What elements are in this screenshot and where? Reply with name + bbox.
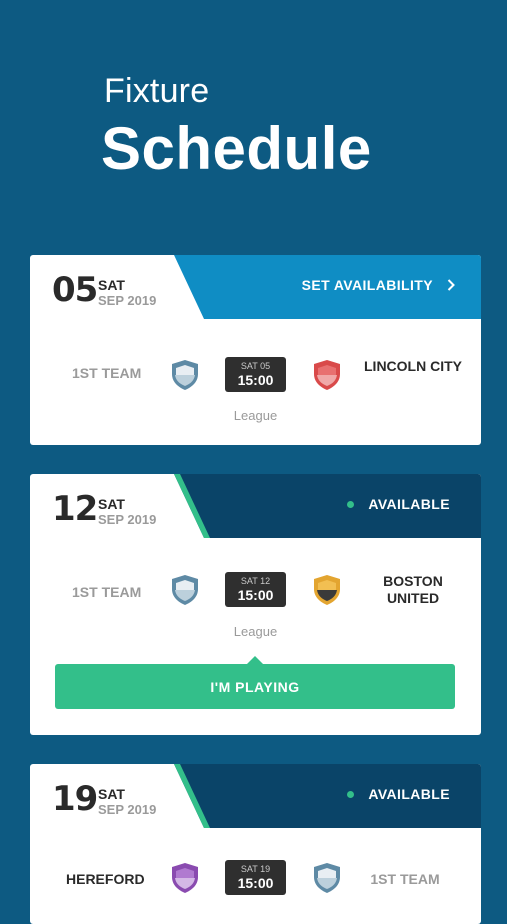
home-team: HEREFORD	[66, 871, 145, 887]
away-team: 1ST TEAM	[370, 871, 440, 887]
page-subtitle: Fixture	[104, 72, 210, 110]
fixture-day-number: 12	[52, 489, 98, 529]
away-team: BOSTON UNITED	[383, 573, 443, 606]
fixture-header: 05 SAT SEP 2019 SET AVAILABILITY	[30, 255, 481, 319]
fixture-month: SEP 2019	[98, 293, 157, 308]
fixture-weekday: SAT	[98, 496, 125, 512]
fixture-card[interactable]: 05 SAT SEP 2019 SET AVAILABILITY 1ST TEA…	[30, 255, 481, 445]
set-availability-button[interactable]: SET AVAILABILITY	[302, 277, 455, 293]
available-dot-icon	[347, 500, 355, 508]
kickoff-day: SAT 05	[240, 361, 271, 371]
kickoff-time: SAT 19 15:00	[225, 860, 286, 895]
fixture-card[interactable]: 12 SAT SEP 2019 AVAILABLE 1ST TEAM SAT 1…	[30, 474, 481, 735]
kickoff-day: SAT 19	[240, 864, 271, 874]
competition-label: League	[233, 624, 278, 639]
fixture-month: SEP 2019	[98, 512, 157, 527]
availability-status[interactable]: AVAILABLE	[347, 786, 450, 802]
fixture-day-number: 19	[52, 779, 98, 819]
availability-status-label: AVAILABLE	[368, 786, 450, 802]
away-team-crest-icon	[314, 575, 340, 605]
home-team-crest-icon	[172, 360, 198, 390]
home-team-crest-icon	[172, 575, 198, 605]
availability-status-label: AVAILABLE	[368, 496, 450, 512]
availability-status[interactable]: AVAILABLE	[347, 496, 450, 512]
available-dot-icon	[347, 790, 355, 798]
fixture-weekday: SAT	[98, 786, 125, 802]
fixture-card[interactable]: 19 SAT SEP 2019 AVAILABLE HEREFORD SAT 1…	[30, 764, 481, 924]
im-playing-button[interactable]: I'M PLAYING	[55, 664, 455, 709]
chevron-right-icon	[447, 279, 455, 291]
kickoff-time: SAT 12 15:00	[225, 572, 286, 607]
away-team-crest-icon	[314, 863, 340, 893]
kickoff-clock: 15:00	[237, 587, 274, 603]
set-availability-label: SET AVAILABILITY	[301, 277, 433, 293]
home-team-crest-icon	[172, 863, 198, 893]
fixture-weekday: SAT	[98, 277, 125, 293]
away-team-crest-icon	[314, 360, 340, 390]
fixture-header: 19 SAT SEP 2019 AVAILABLE	[30, 764, 481, 828]
fixture-day-number: 05	[52, 270, 98, 310]
kickoff-time: SAT 05 15:00	[225, 357, 286, 392]
home-team: 1ST TEAM	[72, 365, 142, 381]
away-team: LINCOLN CITY	[364, 358, 462, 374]
fixture-month: SEP 2019	[98, 802, 157, 817]
fixture-header: 12 SAT SEP 2019 AVAILABLE	[30, 474, 481, 538]
page-title: Schedule	[101, 115, 372, 182]
home-team: 1ST TEAM	[72, 584, 142, 600]
competition-label: League	[233, 408, 278, 423]
kickoff-clock: 15:00	[237, 372, 274, 388]
kickoff-day: SAT 12	[240, 576, 271, 586]
kickoff-clock: 15:00	[237, 875, 274, 891]
